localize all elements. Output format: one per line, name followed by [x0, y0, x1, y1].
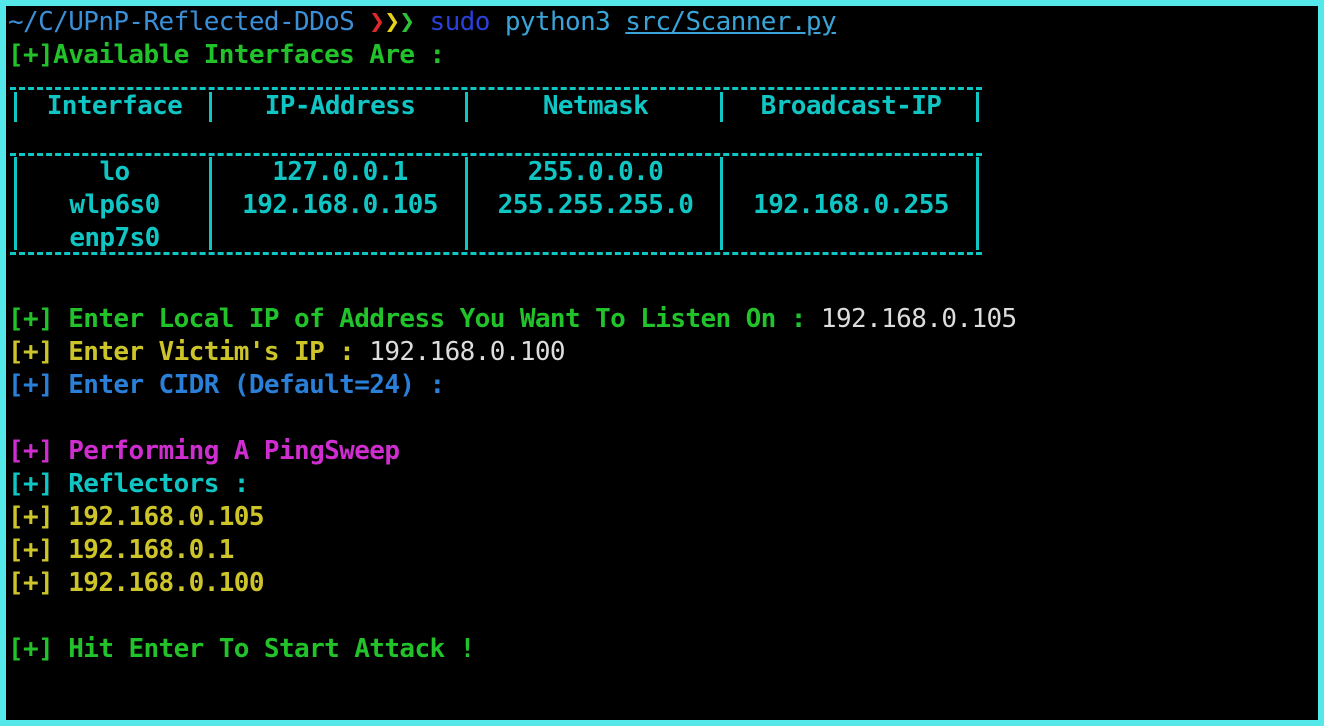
pingsweep-status: [+] Performing A PingSweep: [6, 435, 1318, 468]
local-ip-label: Enter Local IP of Address You Want To Li…: [53, 304, 821, 334]
table-cell: enp7s0: [69, 223, 160, 253]
prompt-argument-path[interactable]: src/Scanner.py: [625, 7, 836, 37]
reflector-ip: 192.168.0.105: [53, 502, 264, 532]
prompt-chevron-icon: ❯: [369, 7, 385, 37]
prompt-sudo: sudo: [429, 7, 491, 37]
local-ip-input[interactable]: 192.168.0.105: [821, 304, 1017, 334]
reflector-item: [+] 192.168.0.105: [6, 501, 1318, 534]
prompt-marker: [+]: [8, 304, 54, 334]
terminal-window[interactable]: ~/C/UPnP-Reflected-DDoS ❯❯❯ sudo python3…: [6, 6, 1318, 720]
prompt-marker: [+]: [8, 469, 54, 499]
table-cell: 255.0.0.0: [527, 157, 664, 187]
pingsweep-label: Performing A PingSweep: [53, 436, 400, 466]
table-header-interface: Interface: [46, 91, 183, 121]
table-cell: 192.168.0.255: [753, 190, 949, 220]
prompt-command: python3: [504, 7, 611, 37]
table-divider: [720, 157, 723, 250]
prompt-marker: [+]: [8, 568, 54, 598]
interfaces-heading: [+]Available Interfaces Are :: [8, 40, 445, 70]
table-cell: 127.0.0.1: [272, 157, 408, 187]
victim-ip-input[interactable]: 192.168.0.100: [369, 337, 565, 367]
table-header-netmask: Netmask: [542, 91, 649, 121]
prompt-chevron-icon: ❯: [399, 7, 415, 37]
table-divider: [465, 92, 468, 122]
cidr-prompt: [+] Enter CIDR (Default=24) :: [6, 369, 1318, 402]
table-cell: lo: [99, 157, 130, 187]
table-divider: [976, 157, 979, 250]
table-divider: [976, 92, 979, 122]
prompt-marker: [+]: [8, 370, 54, 400]
command-prompt-line: ~/C/UPnP-Reflected-DDoS ❯❯❯ sudo python3…: [6, 6, 1318, 39]
table-divider: [14, 92, 17, 122]
table-divider: [14, 157, 17, 250]
prompt-marker: [+]: [8, 502, 54, 532]
interfaces-table: Interface IP-Address Netmask Broadcast-I…: [6, 72, 1318, 270]
reflector-item: [+] 192.168.0.1: [6, 534, 1318, 567]
victim-ip-prompt: [+] Enter Victim's IP : 192.168.0.100: [6, 336, 1318, 369]
table-divider: [465, 157, 468, 250]
table-cell: 192.168.0.105: [242, 190, 438, 220]
prompt-marker: [+]: [8, 535, 54, 565]
reflectors-heading: [+] Reflectors :: [6, 468, 1318, 501]
start-attack-label: Hit Enter To Start Attack !: [53, 634, 475, 664]
table-cell: wlp6s0: [69, 190, 160, 220]
local-ip-prompt: [+] Enter Local IP of Address You Want T…: [6, 303, 1318, 336]
reflector-ip: 192.168.0.100: [53, 568, 264, 598]
prompt-marker: [+]: [8, 337, 54, 367]
reflector-ip: 192.168.0.1: [53, 535, 234, 565]
victim-ip-label: Enter Victim's IP :: [53, 337, 370, 367]
cidr-label: Enter CIDR (Default=24) :: [53, 370, 445, 400]
start-attack-prompt: [+] Hit Enter To Start Attack !: [6, 633, 1318, 666]
reflector-item: [+] 192.168.0.100: [6, 567, 1318, 600]
prompt-marker: [+]: [8, 436, 54, 466]
table-divider: [209, 92, 212, 122]
prompt-chevron-icon: ❯: [384, 7, 400, 37]
reflectors-label: Reflectors :: [53, 469, 249, 499]
table-header-ip-address: IP-Address: [264, 91, 416, 121]
table-divider: [209, 157, 212, 250]
prompt-marker: [+]: [8, 634, 54, 664]
table-header-broadcast-ip: Broadcast-IP: [760, 91, 942, 121]
table-divider: [720, 92, 723, 122]
prompt-path: ~/C/UPnP-Reflected-DDoS: [8, 7, 355, 37]
table-cell: 255.255.255.0: [497, 190, 694, 220]
